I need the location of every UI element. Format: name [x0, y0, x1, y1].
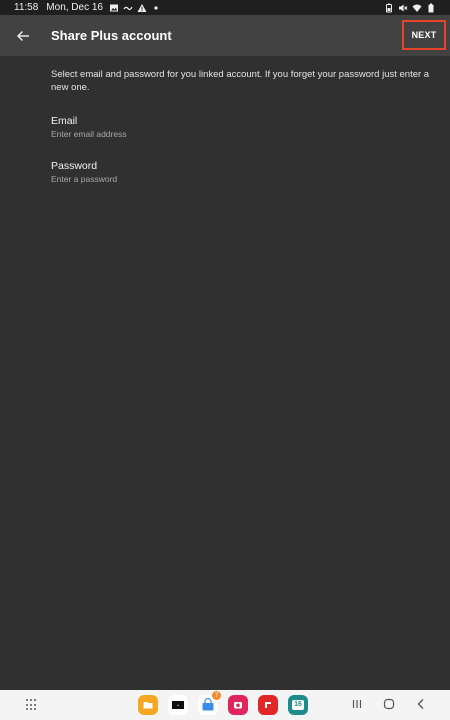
calendar-app-icon[interactable]: 16 — [288, 695, 308, 715]
black-app-icon[interactable]: • — [168, 695, 188, 715]
page-title: Share Plus account — [51, 28, 172, 43]
store-app-icon[interactable]: 7 — [198, 691, 221, 715]
email-hint: Enter email address — [51, 129, 127, 139]
account-form: Select email and password for you linked… — [0, 56, 450, 185]
navigation-bar: • 7 16 — [0, 690, 450, 720]
apps-grid-icon[interactable] — [26, 699, 38, 711]
status-left: 11:58 Mon, Dec 16 — [0, 2, 161, 13]
camera-app-icon[interactable] — [228, 695, 248, 715]
toolbar: Share Plus account NEXT — [0, 15, 450, 56]
back-button[interactable] — [13, 26, 33, 46]
instructions-text: Select email and password for you linked… — [51, 69, 430, 93]
home-icon[interactable] — [382, 697, 396, 711]
warning-icon — [137, 3, 147, 13]
mute-icon — [398, 3, 408, 13]
recents-icon[interactable] — [350, 697, 364, 711]
arrow-left-icon — [16, 30, 29, 41]
app-dock: • 7 16 — [138, 691, 308, 715]
status-bar: 11:58 Mon, Dec 16 — [0, 0, 450, 15]
password-hint: Enter a password — [51, 174, 118, 184]
status-date: Mon, Dec 16 — [46, 2, 103, 13]
dot-icon — [151, 3, 161, 13]
battery-saver-icon — [384, 3, 394, 13]
tilde-icon — [123, 3, 133, 13]
next-button[interactable]: NEXT — [402, 20, 446, 50]
status-time: 11:58 — [14, 2, 39, 13]
svg-text:•: • — [177, 703, 179, 708]
store-badge: 7 — [212, 691, 221, 700]
email-label: Email — [51, 115, 78, 127]
wifi-icon — [412, 3, 422, 13]
status-icons-right — [384, 3, 450, 13]
back-nav-icon[interactable] — [414, 697, 428, 711]
screen: 11:58 Mon, Dec 16 Share Plus account NEX… — [0, 0, 450, 720]
flipboard-app-icon[interactable] — [258, 695, 278, 715]
email-field[interactable]: Email Enter email address — [51, 115, 450, 140]
password-label: Password — [51, 160, 98, 172]
files-app-icon[interactable] — [138, 695, 158, 715]
battery-icon — [426, 3, 436, 13]
calendar-app-date: 16 — [292, 700, 304, 710]
system-nav-buttons — [350, 697, 428, 711]
image-icon — [109, 3, 119, 13]
password-field[interactable]: Password Enter a password — [51, 160, 450, 185]
status-icons-left — [109, 3, 161, 13]
